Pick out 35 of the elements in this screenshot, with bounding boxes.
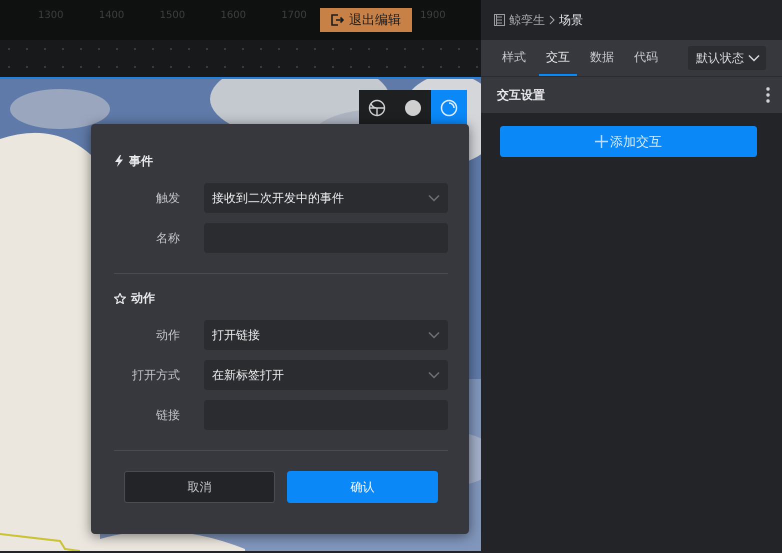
section-title: 动作 xyxy=(131,290,155,306)
select-field[interactable]: 打开链接 xyxy=(204,320,448,350)
field-label: 名称 xyxy=(155,230,180,246)
select-field[interactable]: 接收到二次开发中的事件 xyxy=(204,183,448,213)
panel-tab[interactable]: 代码 xyxy=(627,40,665,76)
cancel-button[interactable]: 取消 xyxy=(124,471,275,503)
field-label: 链接 xyxy=(155,406,180,424)
globe-icon xyxy=(368,98,386,116)
more-icon[interactable] xyxy=(766,87,770,103)
star-icon xyxy=(114,292,126,304)
panel-tab[interactable]: 数据 xyxy=(583,40,621,76)
field-label: 打开方式 xyxy=(131,366,180,384)
orbit-icon xyxy=(440,98,458,116)
sphere-icon xyxy=(404,98,422,116)
chevron-down-icon xyxy=(428,371,440,379)
chevron-down-icon xyxy=(428,331,440,339)
section-title: 交互设置 xyxy=(497,86,545,104)
view-mode-button[interactable] xyxy=(431,90,467,125)
breadcrumb-item[interactable]: 场景 xyxy=(559,12,583,28)
chevron-down-icon xyxy=(428,194,440,202)
breadcrumb-item[interactable]: 鲸孪生 xyxy=(509,12,545,28)
field-label: 动作 xyxy=(155,326,180,344)
panel-tab[interactable]: 样式 xyxy=(495,40,533,76)
plus-icon xyxy=(595,135,608,148)
chevron-down-icon xyxy=(748,54,760,62)
select-field[interactable]: 在新标签打开 xyxy=(204,360,448,390)
exit-icon xyxy=(331,14,344,26)
section-title: 事件 xyxy=(129,152,153,170)
state-dropdown[interactable]: 默认状态 xyxy=(688,46,766,70)
lightning-icon xyxy=(114,155,124,167)
chevron-right-icon xyxy=(549,15,555,25)
field-label: 触发 xyxy=(155,190,180,206)
confirm-button[interactable]: 确认 xyxy=(287,471,438,503)
exit-edit-button[interactable]: 退出编辑 xyxy=(320,8,412,32)
document-icon xyxy=(494,14,505,26)
